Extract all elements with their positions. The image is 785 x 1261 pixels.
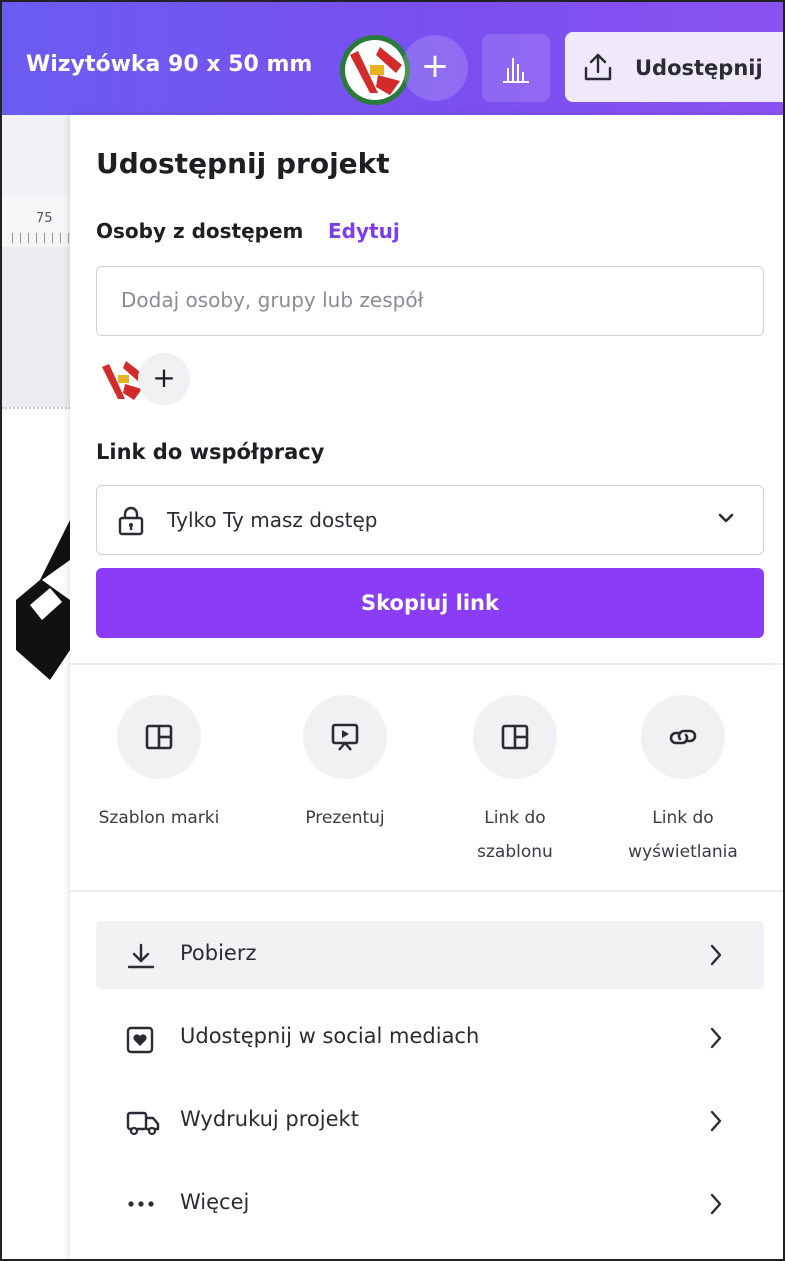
top-bar: Wizytówka 90 x 50 mm + Udostępnij	[2, 2, 783, 115]
insights-button[interactable]	[482, 34, 550, 102]
chevron-down-icon	[718, 513, 734, 523]
menu-download[interactable]: Pobierz	[96, 921, 764, 989]
edit-access-link[interactable]: Edytuj	[328, 219, 400, 243]
add-people-field[interactable]	[96, 266, 764, 336]
action-view-link-label: Link do wyświetlania	[628, 808, 738, 862]
action-present[interactable]: Prezentuj	[260, 695, 430, 835]
collaboration-link-label: Link do współpracy	[96, 440, 325, 464]
menu-print-label: Wydrukuj projekt	[180, 1107, 359, 1131]
action-view-link[interactable]: Link do wyświetlania	[598, 695, 768, 869]
canvas-shape-graphic[interactable]	[10, 520, 70, 690]
link-icon	[669, 729, 697, 745]
chevron-right-icon	[710, 1193, 722, 1215]
design-canvas[interactable]: 75	[2, 115, 70, 1259]
ruler-number: 75	[36, 211, 53, 226]
bar-chart-icon	[503, 58, 529, 83]
layout-icon	[145, 724, 173, 750]
chevron-right-icon	[710, 1110, 722, 1132]
share-panel: Udostępnij projekt Osoby z dostępem Edyt…	[70, 115, 783, 1259]
menu-print[interactable]: Wydrukuj projekt	[96, 1087, 764, 1155]
truck-icon	[126, 1111, 160, 1136]
section-divider	[70, 663, 783, 665]
action-template-link[interactable]: Link do szablonu	[430, 695, 600, 869]
action-brand-template-circle[interactable]	[117, 695, 201, 779]
action-present-label: Prezentuj	[305, 808, 385, 828]
menu-social-share-label: Udostępnij w social mediach	[180, 1024, 480, 1048]
avatar-logo-icon	[340, 35, 410, 105]
section-divider	[70, 890, 783, 892]
action-brand-template[interactable]: Szablon marki	[74, 695, 244, 835]
add-collaborator-button[interactable]: +	[402, 35, 468, 101]
action-present-circle[interactable]	[303, 695, 387, 779]
menu-more[interactable]: Więcej	[96, 1170, 764, 1238]
ruler: 75	[2, 195, 70, 248]
present-icon	[331, 723, 359, 751]
heart-icon	[126, 1026, 154, 1054]
chevron-right-icon	[710, 1027, 722, 1049]
menu-download-label: Pobierz	[180, 941, 257, 965]
canvas-background	[2, 247, 70, 407]
access-level-dropdown[interactable]: Tylko Ty masz dostęp	[96, 485, 764, 555]
access-level-value: Tylko Ty masz dostęp	[167, 508, 378, 532]
action-brand-template-label: Szablon marki	[98, 808, 220, 828]
share-button[interactable]: Udostępnij	[565, 32, 783, 102]
chevron-right-icon	[710, 944, 722, 966]
user-avatar[interactable]	[340, 35, 410, 105]
add-person-button[interactable]: +	[138, 353, 190, 405]
lock-icon	[118, 506, 144, 536]
panel-title: Udostępnij projekt	[96, 147, 390, 180]
action-template-link-label: Link do szablonu	[477, 808, 553, 862]
action-view-link-circle[interactable]	[641, 695, 725, 779]
download-icon	[127, 943, 155, 969]
copy-link-button[interactable]: Skopiuj link	[96, 568, 764, 638]
layout-icon	[501, 724, 529, 750]
menu-more-label: Więcej	[180, 1190, 250, 1214]
app-window: Wizytówka 90 x 50 mm + Udostępnij 75 Udo…	[0, 0, 785, 1261]
ruler-ticks	[12, 233, 70, 243]
menu-social-share[interactable]: Udostępnij w social mediach	[96, 1004, 764, 1072]
add-people-input[interactable]	[119, 267, 743, 333]
share-button-label: Udostępnij	[635, 56, 763, 80]
document-title[interactable]: Wizytówka 90 x 50 mm	[26, 52, 312, 77]
people-access-label: Osoby z dostępem	[96, 219, 304, 243]
more-icon	[128, 1201, 154, 1207]
upload-icon	[584, 53, 612, 81]
action-template-link-circle[interactable]	[473, 695, 557, 779]
